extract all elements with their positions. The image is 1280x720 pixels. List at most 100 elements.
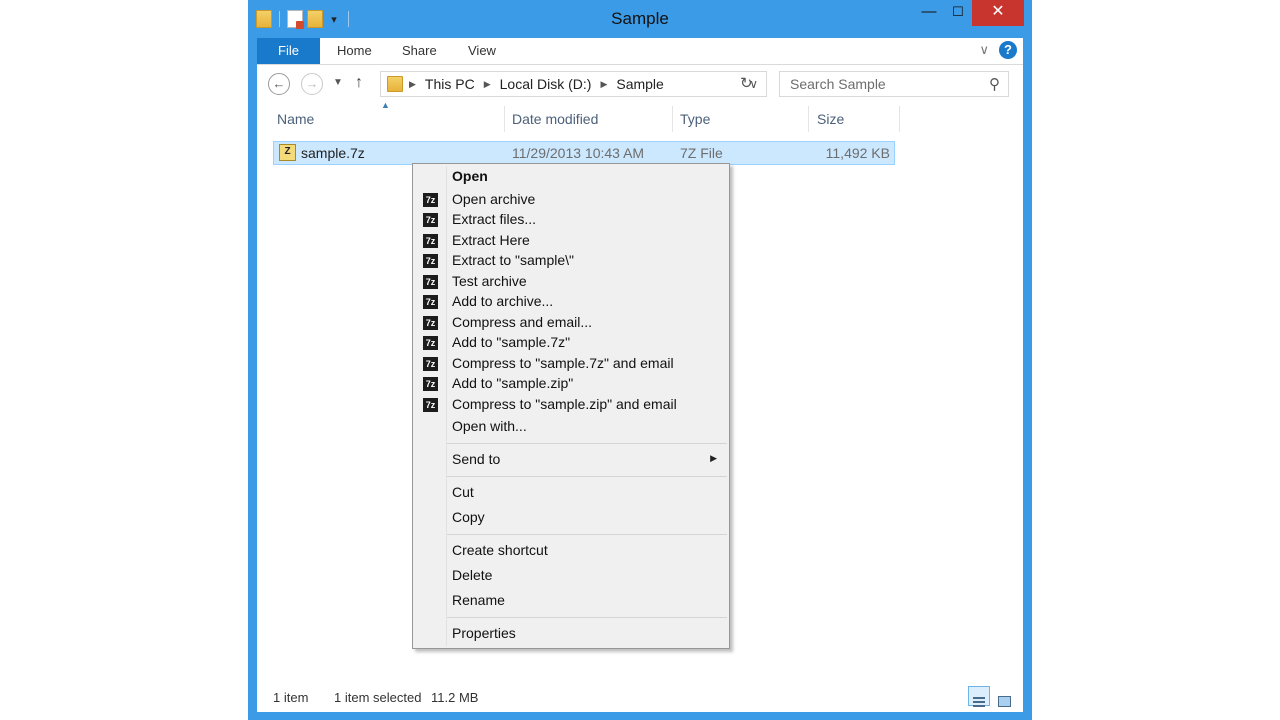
menu-item-label: Extract Here: [452, 232, 530, 248]
forward-button[interactable]: →: [301, 73, 323, 95]
menu-item-label: Create shortcut: [452, 542, 548, 558]
file-size: 11,492 KB: [825, 145, 890, 161]
menu-item-properties[interactable]: Properties: [413, 624, 729, 644]
menu-item-add-to-zip[interactable]: 7z Add to "sample.zip": [413, 374, 729, 394]
navigation-bar: ← → ▼ ↑ ▶ This PC ▶ Local Disk (D:) ▶ Sa…: [257, 69, 1023, 99]
menu-item-label: Test archive: [452, 273, 527, 289]
menu-item-open[interactable]: Open: [413, 167, 729, 187]
column-divider[interactable]: [899, 106, 900, 132]
menu-item-test-archive[interactable]: 7z Test archive: [413, 272, 729, 292]
menu-item-label: Open with...: [452, 418, 527, 434]
address-bar[interactable]: ▶ This PC ▶ Local Disk (D:) ▶ Sample ∨: [380, 71, 767, 97]
file-name: sample.7z: [301, 145, 365, 161]
chevron-right-icon[interactable]: ▶: [600, 79, 607, 90]
breadcrumb-this-pc[interactable]: This PC: [425, 76, 475, 92]
context-menu: Open 7z Open archive 7z Extract files... 7…: [412, 163, 730, 649]
menu-item-open-with[interactable]: Open with...: [413, 417, 729, 437]
close-button[interactable]: ✕: [972, 0, 1024, 26]
menu-item-extract-to[interactable]: 7z Extract to "sample\": [413, 251, 729, 271]
search-icon[interactable]: ⚲: [989, 75, 1000, 93]
file-type: 7Z File: [680, 145, 723, 161]
menu-item-label: Extract files...: [452, 211, 537, 227]
7z-icon: 7z: [423, 357, 438, 371]
menu-item-label: Properties: [452, 625, 516, 641]
breadcrumb: ▶ This PC ▶ Local Disk (D:) ▶ Sample: [409, 76, 664, 92]
expand-ribbon-icon[interactable]: ∨: [979, 42, 989, 58]
ribbon: File Home Share View ∨ ?: [257, 38, 1023, 65]
help-icon[interactable]: ?: [999, 41, 1017, 59]
menu-separator: [447, 443, 727, 444]
menu-item-rename[interactable]: Rename: [413, 591, 729, 611]
menu-item-open-archive[interactable]: 7z Open archive: [413, 190, 729, 210]
status-bar: 1 item 1 item selected 11.2 MB: [257, 680, 1023, 712]
refresh-icon[interactable]: ↻: [740, 74, 753, 92]
7z-icon: 7z: [423, 193, 438, 207]
7z-icon: 7z: [423, 316, 438, 330]
menu-item-label: Compress to "sample.7z" and email: [452, 355, 674, 371]
menu-separator: [447, 476, 727, 477]
menu-item-create-shortcut[interactable]: Create shortcut: [413, 541, 729, 561]
tab-share[interactable]: Share: [402, 38, 437, 64]
menu-item-delete[interactable]: Delete: [413, 566, 729, 586]
back-button[interactable]: ←: [268, 73, 290, 95]
menu-item-cut[interactable]: Cut: [413, 483, 729, 503]
7z-icon: 7z: [423, 377, 438, 391]
selected-count: 1 item selected: [334, 690, 422, 705]
menu-item-compress-and-email[interactable]: 7z Compress and email...: [413, 313, 729, 333]
menu-separator: [447, 534, 727, 535]
tab-home[interactable]: Home: [337, 38, 372, 64]
menu-item-compress-zip-email[interactable]: 7z Compress to "sample.zip" and email: [413, 395, 729, 415]
column-header-type[interactable]: Type: [680, 111, 710, 127]
minimize-button[interactable]: —: [914, 0, 944, 26]
file-row[interactable]: Z sample.7z 11/29/2013 10:43 AM 7Z File …: [273, 141, 895, 165]
7z-icon: 7z: [423, 398, 438, 412]
7z-icon: 7z: [423, 234, 438, 248]
menu-item-extract-files[interactable]: 7z Extract files...: [413, 210, 729, 230]
menu-item-label: Cut: [452, 484, 474, 500]
search-box[interactable]: Search Sample ⚲: [779, 71, 1009, 97]
file-date: 11/29/2013 10:43 AM: [512, 145, 645, 161]
up-button[interactable]: ↑: [355, 74, 363, 92]
explorer-window: ▾ Sample — ☐ ✕ File Home Share View ∨ ? …: [248, 0, 1032, 720]
7z-icon: 7z: [423, 295, 438, 309]
7z-icon: 7z: [423, 275, 438, 289]
menu-item-label: Add to "sample.zip": [452, 375, 574, 391]
menu-item-send-to[interactable]: Send to ▶: [413, 450, 729, 470]
chevron-right-icon[interactable]: ▶: [484, 79, 491, 90]
tab-view[interactable]: View: [468, 38, 496, 64]
breadcrumb-local-disk[interactable]: Local Disk (D:): [500, 76, 592, 92]
breadcrumb-sample[interactable]: Sample: [616, 76, 663, 92]
title-bar: ▾ Sample — ☐ ✕: [248, 0, 1032, 38]
menu-item-add-to-7z[interactable]: 7z Add to "sample.7z": [413, 333, 729, 353]
column-divider[interactable]: [808, 106, 809, 132]
7z-icon: 7z: [423, 213, 438, 227]
menu-item-label: Extract to "sample\": [452, 252, 574, 268]
menu-item-add-to-archive[interactable]: 7z Add to archive...: [413, 292, 729, 312]
archive-file-icon: Z: [279, 144, 296, 161]
menu-item-label: Compress to "sample.zip" and email: [452, 396, 677, 412]
menu-item-copy[interactable]: Copy: [413, 508, 729, 528]
large-icons-view-button[interactable]: [994, 686, 1016, 707]
menu-item-label: Add to archive...: [452, 293, 554, 309]
menu-separator: [447, 617, 727, 618]
menu-item-extract-here[interactable]: 7z Extract Here: [413, 231, 729, 251]
maximize-button[interactable]: ☐: [944, 0, 972, 26]
7z-icon: 7z: [423, 336, 438, 350]
search-input[interactable]: Search Sample: [790, 76, 886, 92]
column-header-name[interactable]: Name: [277, 111, 314, 127]
column-divider[interactable]: [504, 106, 505, 132]
7z-icon: 7z: [423, 254, 438, 268]
menu-item-compress-7z-email[interactable]: 7z Compress to "sample.7z" and email: [413, 354, 729, 374]
menu-item-label: Delete: [452, 567, 493, 583]
chevron-right-icon[interactable]: ▶: [409, 79, 416, 90]
tab-file[interactable]: File: [257, 38, 320, 64]
column-divider[interactable]: [672, 106, 673, 132]
menu-item-label: Rename: [452, 592, 505, 608]
column-header-date[interactable]: Date modified: [512, 111, 598, 127]
details-view-button[interactable]: [968, 686, 990, 707]
menu-item-label: Open archive: [452, 191, 536, 207]
details-view-icon: [973, 697, 985, 707]
column-header-size[interactable]: Size: [817, 111, 844, 127]
explorer-client: File Home Share View ∨ ? ← → ▼ ↑ ▶ This …: [257, 38, 1023, 712]
recent-locations-icon[interactable]: ▼: [333, 77, 343, 88]
